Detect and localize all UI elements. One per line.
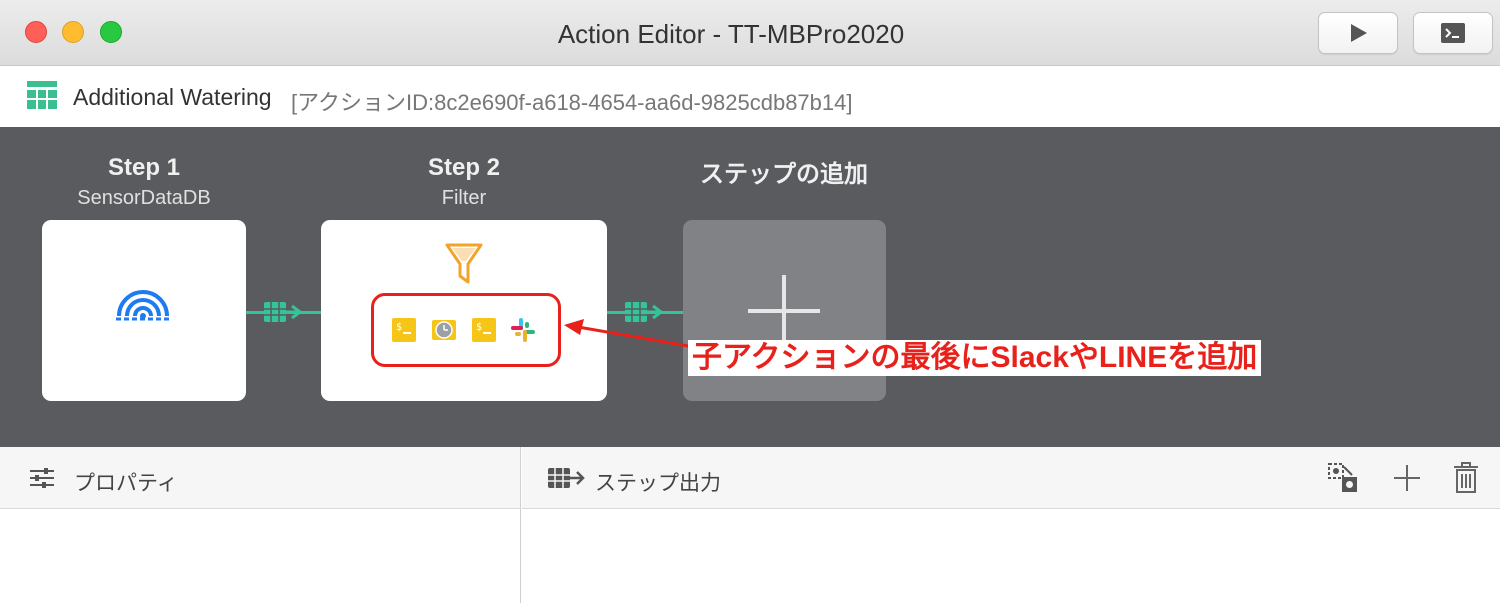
step-1-title: Step 1: [107, 154, 181, 181]
action-table-icon: [27, 81, 57, 109]
filter-funnel-icon: [445, 243, 483, 284]
pipeline-canvas: Step 1 SensorDataDB Step 2 Filter $ $ ステ…: [0, 127, 1500, 447]
add-output-button[interactable]: [1389, 460, 1425, 496]
copy-config-button[interactable]: [1325, 460, 1361, 496]
step-1-subtitle: SensorDataDB: [77, 187, 211, 209]
delete-output-button[interactable]: [1448, 460, 1484, 496]
step-2-subtitle: Filter: [441, 187, 487, 209]
play-icon: [1351, 24, 1367, 42]
run-button[interactable]: [1318, 12, 1398, 54]
copy-config-icon: [1328, 463, 1357, 492]
add-icon: [1394, 465, 1420, 491]
annotation-arrow: [564, 319, 695, 349]
terminal-icon: [1441, 23, 1465, 43]
window-title: Action Editor - TT-MBPro2020: [557, 19, 905, 49]
add-step-title: ステップの追加: [700, 161, 868, 188]
step-output-panel: ステップ出力: [522, 447, 1500, 603]
trash-icon: [1454, 462, 1478, 493]
action-name: Additional Watering: [73, 84, 272, 110]
action-header: Additional Watering [アクションID:8c2e690f-a6…: [0, 67, 1500, 127]
sensor-signal-icon: [116, 290, 170, 321]
step-output-title: ステップ出力: [595, 472, 721, 495]
properties-header: プロパティ: [0, 447, 520, 509]
sliders-icon: [30, 468, 54, 488]
data-flow-icon: [264, 302, 303, 322]
step-1-card[interactable]: [42, 220, 246, 401]
sub-actions-highlight: [371, 293, 561, 367]
annotation-callout: 子アクションの最後にSlackやLINEを追加: [688, 340, 1262, 376]
properties-panel: プロパティ: [0, 447, 521, 603]
step-output-icon: [548, 468, 585, 488]
title-bar: Action Editor - TT-MBPro2020: [0, 0, 1500, 66]
console-button[interactable]: [1413, 12, 1493, 54]
action-id: [アクションID:8c2e690f-a618-4654-aa6d-9825cdb…: [291, 90, 853, 115]
properties-title: プロパティ: [74, 472, 178, 495]
plus-icon: [748, 275, 820, 347]
step-output-header: ステップ出力: [522, 447, 1500, 509]
step-2-title: Step 2: [427, 154, 501, 181]
